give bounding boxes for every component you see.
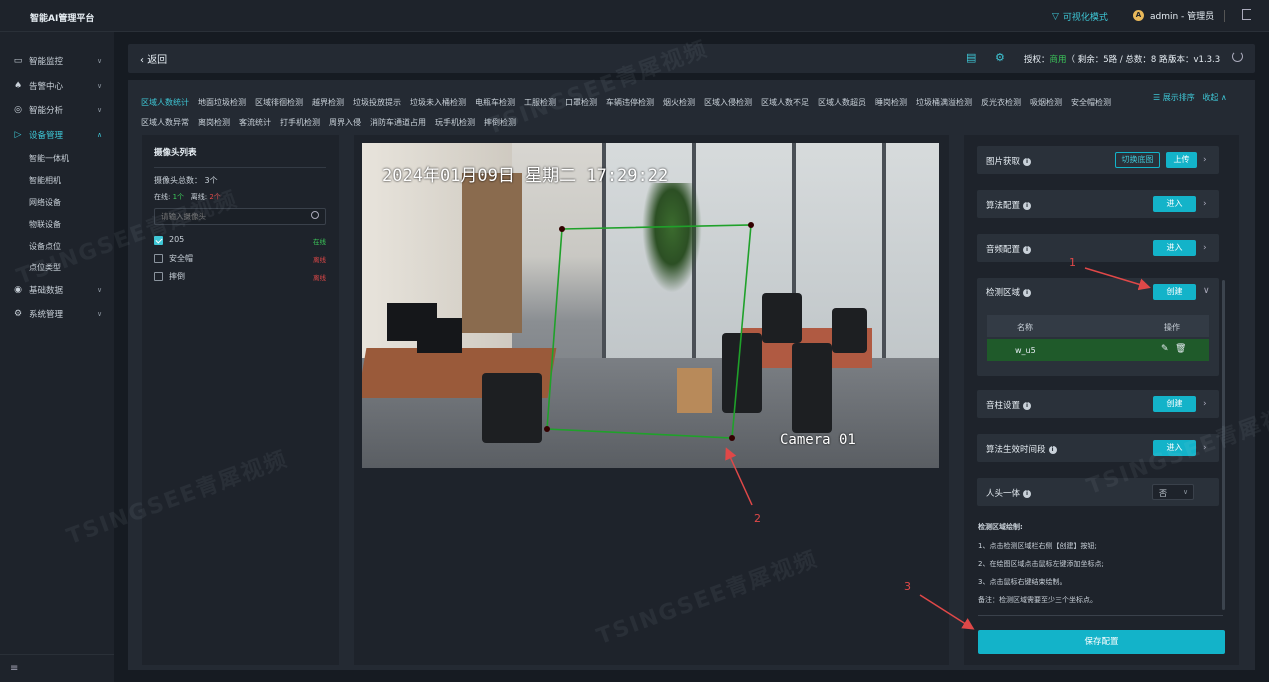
annotation-label: 1 [1069,256,1076,269]
annotation-arrows [725,267,1151,630]
annotation-label: 3 [904,580,911,593]
annotation-label: 2 [754,512,761,525]
